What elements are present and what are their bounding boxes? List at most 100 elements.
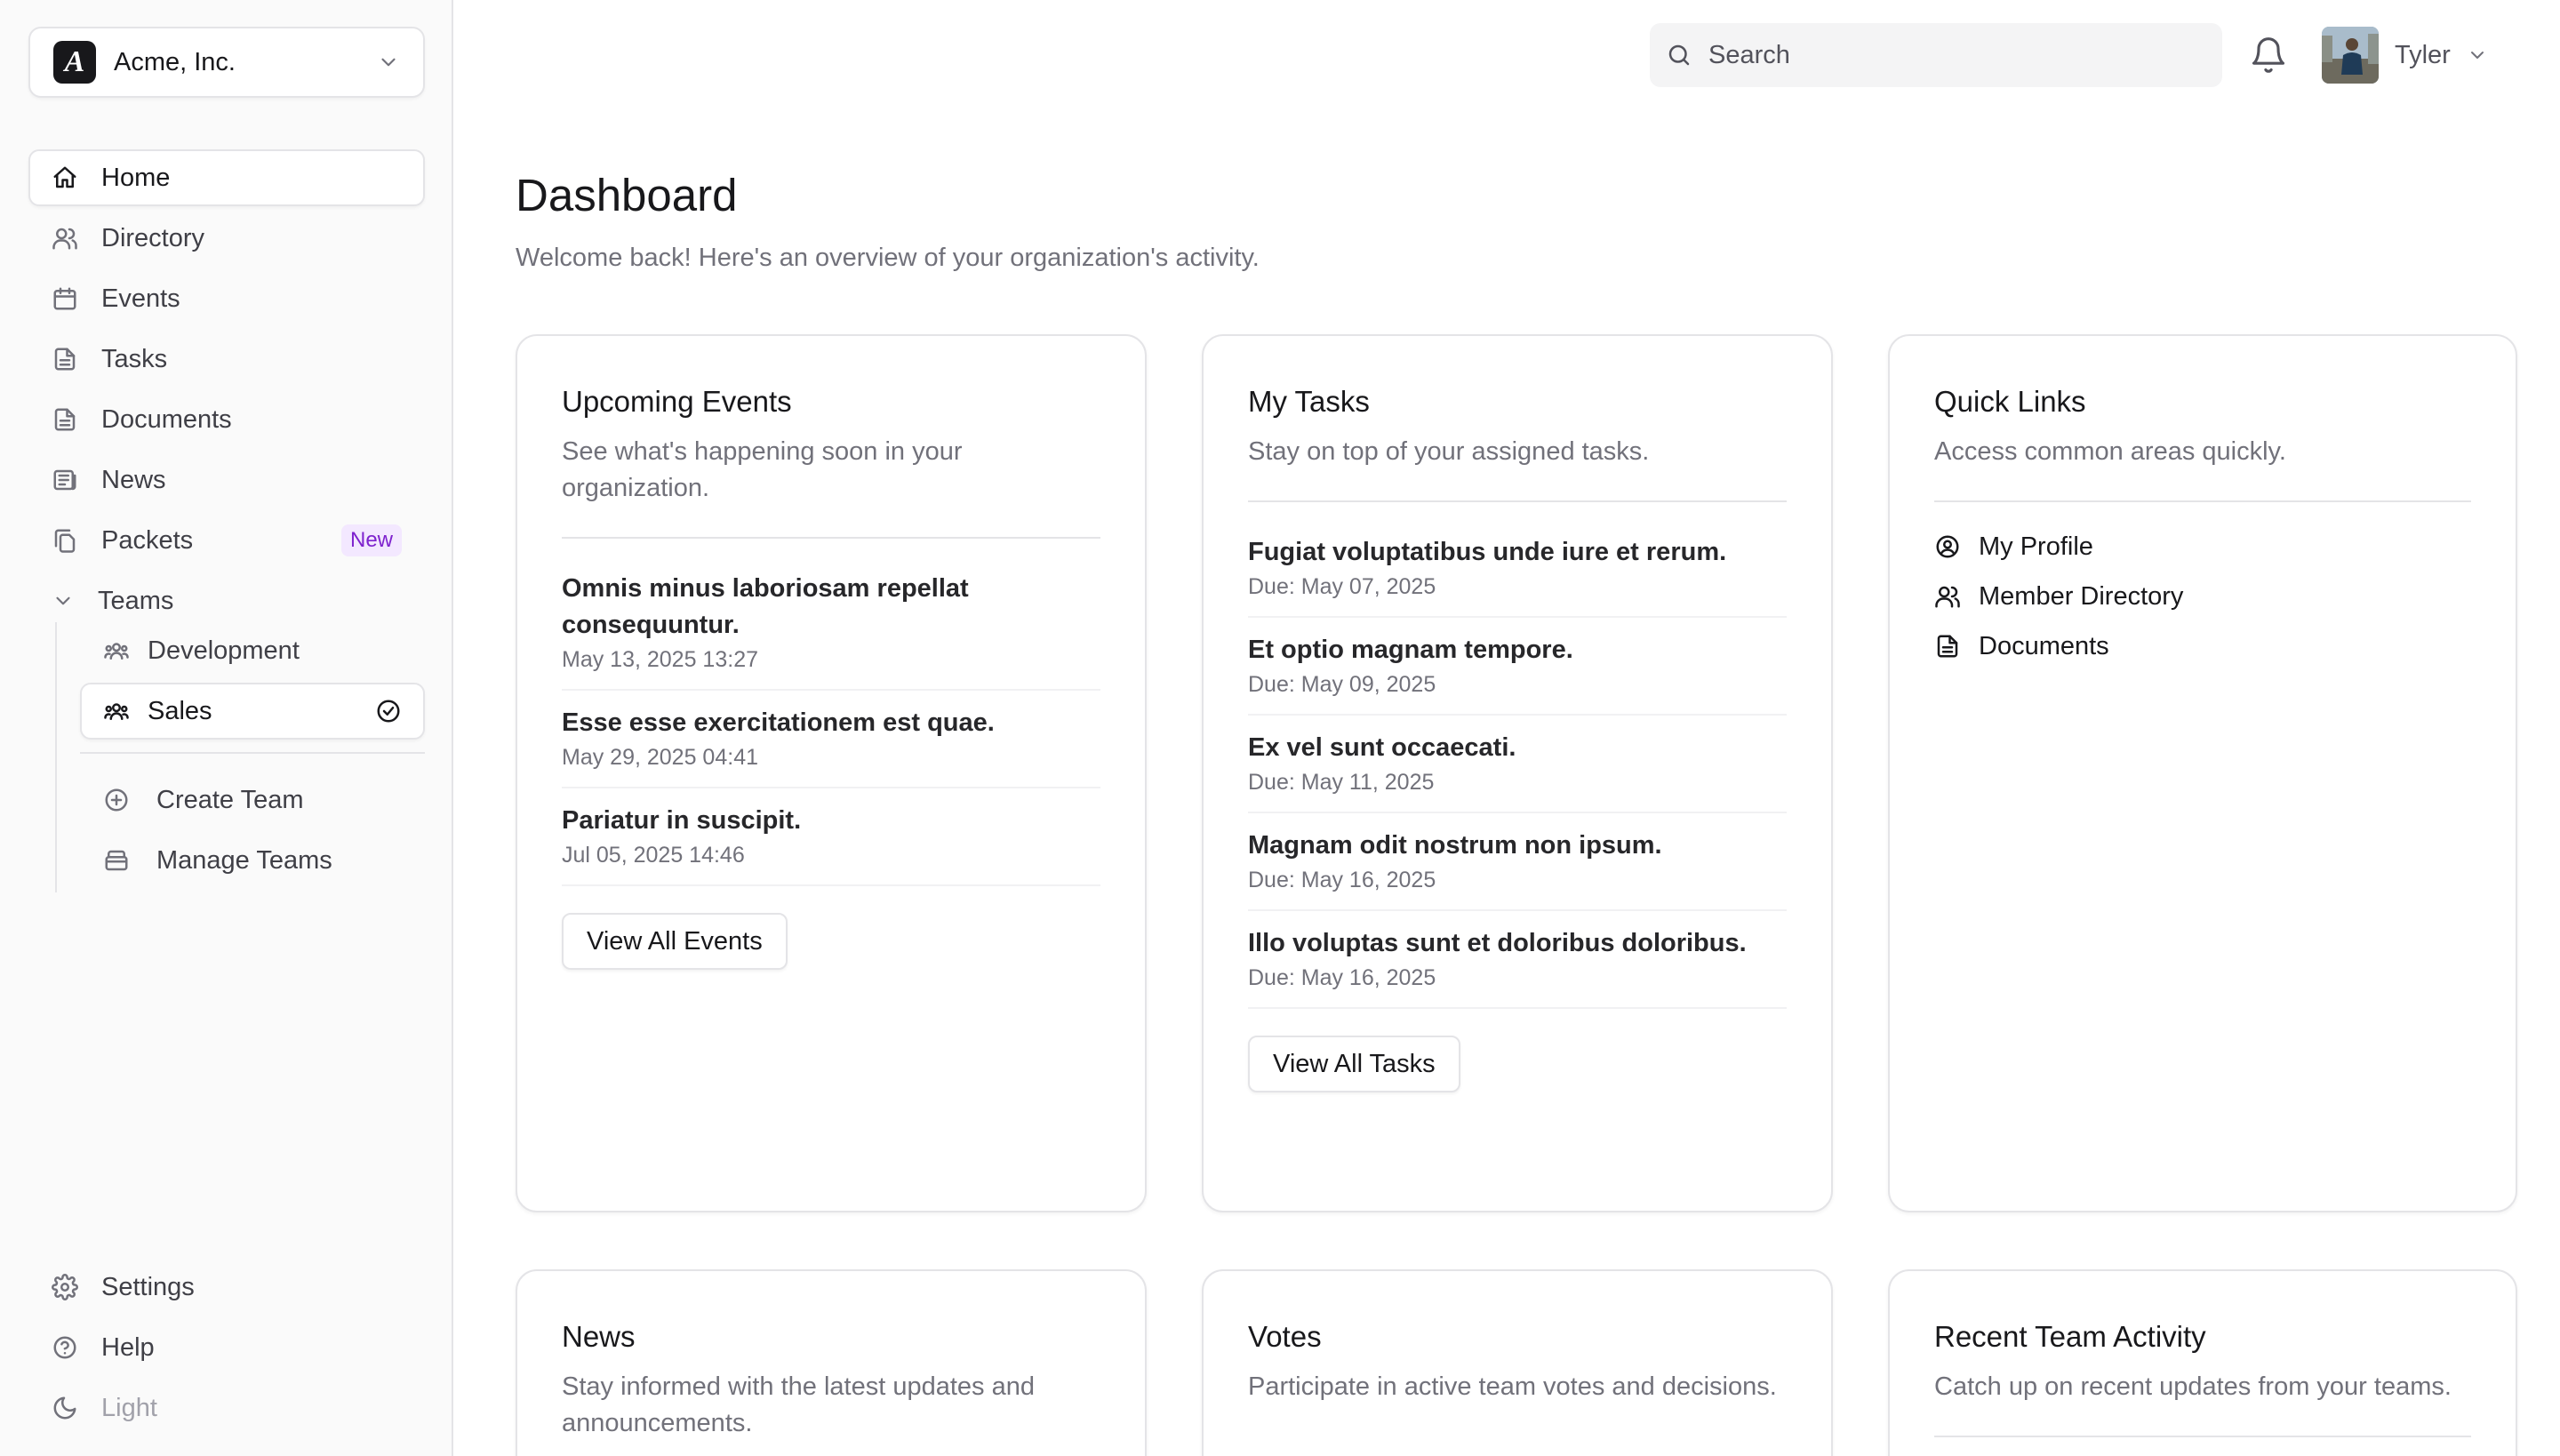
- task-due: Due: May 11, 2025: [1248, 770, 1435, 795]
- nav-item-home[interactable]: Home: [28, 149, 425, 206]
- avatar: [2322, 27, 2379, 84]
- event-item[interactable]: Pariatur in suscipit. Jul 05, 2025 14:46: [562, 788, 1100, 886]
- nav-item-directory[interactable]: Directory: [28, 210, 425, 267]
- quick-link-label: My Profile: [1979, 532, 2093, 561]
- create-team-button[interactable]: Create Team: [80, 772, 425, 828]
- manage-teams-button[interactable]: Manage Teams: [80, 832, 425, 889]
- nav-label: Tasks: [101, 344, 168, 373]
- quick-link-label: Member Directory: [1979, 581, 2184, 611]
- task-due: Due: May 16, 2025: [1248, 965, 1436, 990]
- card-title: Quick Links: [1934, 385, 2086, 418]
- team-item-development[interactable]: Development: [80, 622, 425, 679]
- team-label: Sales: [148, 696, 212, 725]
- task-title: Fugiat voluptatibus unde iure et rerum.: [1248, 538, 1727, 566]
- event-item[interactable]: Omnis minus laboriosam repellat consequu…: [562, 556, 1100, 691]
- recent-team-activity-card: Recent Team Activity Catch up on recent …: [1888, 1269, 2517, 1456]
- nav-label: Home: [101, 163, 171, 192]
- nav-label: Settings: [101, 1272, 195, 1301]
- quick-link-my-profile[interactable]: My Profile: [1934, 522, 2471, 572]
- chevron-down-icon: [52, 589, 75, 612]
- votes-card: Votes Participate in active team votes a…: [1202, 1269, 1833, 1456]
- search-icon: [1666, 42, 1692, 68]
- user-menu[interactable]: Tyler: [2322, 27, 2488, 84]
- task-title: Ex vel sunt occaecati.: [1248, 733, 1516, 762]
- card-title: Votes: [1248, 1320, 1322, 1353]
- my-tasks-card: My Tasks Stay on top of your assigned ta…: [1202, 334, 1833, 1212]
- org-name: Acme, Inc.: [114, 47, 236, 76]
- quick-link-label: Documents: [1979, 631, 2109, 660]
- file-icon: [52, 406, 78, 433]
- nav-item-tasks[interactable]: Tasks: [28, 331, 425, 388]
- divider: [1934, 500, 2471, 502]
- moon-icon: [52, 1395, 78, 1421]
- check-circle-icon: [375, 698, 402, 724]
- user-circle-icon: [1934, 533, 1961, 560]
- org-logo: A: [53, 41, 96, 84]
- org-switcher[interactable]: A Acme, Inc.: [28, 27, 425, 98]
- task-item[interactable]: Illo voluptas sunt et doloribus doloribu…: [1248, 911, 1787, 1009]
- files-icon: [52, 527, 78, 554]
- event-title: Pariatur in suscipit.: [562, 806, 802, 835]
- nav-label: News: [101, 465, 166, 494]
- calendar-icon: [52, 285, 78, 312]
- card-description: Stay on top of your assigned tasks.: [1248, 437, 1650, 466]
- plus-circle-icon: [103, 787, 130, 813]
- card-description: Stay informed with the latest updates an…: [562, 1372, 1035, 1437]
- action-label: Create Team: [156, 785, 304, 814]
- bell-icon[interactable]: [2249, 36, 2288, 75]
- task-item[interactable]: Ex vel sunt occaecati. Due: May 11, 2025: [1248, 716, 1787, 813]
- nav-item-documents[interactable]: Documents: [28, 391, 425, 448]
- nav-item-packets[interactable]: Packets New: [28, 512, 425, 569]
- user-name: Tyler: [2395, 40, 2451, 69]
- card-description: Access common areas quickly.: [1934, 437, 2286, 466]
- teams-subnav: Development Sales Create Team Manage Tea…: [55, 622, 425, 892]
- card-title: My Tasks: [1248, 385, 1370, 418]
- nav-item-events[interactable]: Events: [28, 270, 425, 327]
- event-title: Omnis minus laboriosam repellat consequu…: [562, 574, 969, 639]
- card-title: News: [562, 1320, 636, 1353]
- card-description: See what's happening soon in your organi…: [562, 437, 963, 502]
- upcoming-events-card: Upcoming Events See what's happening soo…: [516, 334, 1147, 1212]
- nav-label: Packets: [101, 525, 194, 555]
- file-icon: [52, 346, 78, 372]
- view-all-tasks-button[interactable]: View All Tasks: [1248, 1036, 1460, 1092]
- divider: [1248, 500, 1787, 502]
- nav-item-news[interactable]: News: [28, 452, 425, 508]
- theme-toggle[interactable]: Light: [28, 1380, 425, 1436]
- action-label: Manage Teams: [156, 845, 332, 875]
- users-icon: [52, 225, 78, 252]
- quick-link-documents[interactable]: Documents: [1934, 621, 2471, 671]
- event-date: May 13, 2025 13:27: [562, 647, 758, 672]
- quick-link-member-directory[interactable]: Member Directory: [1934, 572, 2471, 621]
- event-title: Esse esse exercitationem est quae.: [562, 708, 995, 737]
- nav-label: Documents: [101, 404, 232, 434]
- task-item[interactable]: Et optio magnam tempore. Due: May 09, 20…: [1248, 618, 1787, 716]
- search-box[interactable]: [1650, 23, 2222, 87]
- chevron-down-icon: [377, 51, 400, 74]
- task-item[interactable]: Fugiat voluptatibus unde iure et rerum. …: [1248, 520, 1787, 618]
- nav-item-settings[interactable]: Settings: [28, 1259, 425, 1316]
- team-item-sales[interactable]: Sales: [80, 683, 425, 740]
- nav-label: Events: [101, 284, 180, 313]
- task-due: Due: May 09, 2025: [1248, 672, 1436, 697]
- card-title: Upcoming Events: [562, 385, 792, 418]
- new-badge: New: [340, 524, 402, 556]
- nav-item-teams[interactable]: Teams: [28, 572, 425, 629]
- sidebar: A Acme, Inc. Home Directory Events Tasks…: [0, 0, 453, 1456]
- team-label: Development: [148, 636, 300, 665]
- task-due: Due: May 16, 2025: [1248, 868, 1436, 892]
- page-subtitle: Welcome back! Here's an overview of your…: [516, 244, 1260, 272]
- event-item[interactable]: Esse esse exercitationem est quae. May 2…: [562, 691, 1100, 788]
- task-item[interactable]: Magnam odit nostrum non ipsum. Due: May …: [1248, 813, 1787, 911]
- view-all-events-button[interactable]: View All Events: [562, 913, 788, 970]
- page-title: Dashboard: [516, 170, 738, 220]
- team-icon: [103, 637, 130, 664]
- search-input[interactable]: [1708, 40, 2206, 70]
- nav-item-help[interactable]: Help: [28, 1319, 425, 1376]
- team-icon: [103, 698, 130, 724]
- card-description: Catch up on recent updates from your tea…: [1934, 1372, 2452, 1401]
- task-title: Illo voluptas sunt et doloribus doloribu…: [1248, 929, 1747, 957]
- bottom-nav: Settings Help Light: [28, 1259, 425, 1440]
- card-title: Recent Team Activity: [1934, 1320, 2206, 1353]
- newspaper-icon: [52, 467, 78, 493]
